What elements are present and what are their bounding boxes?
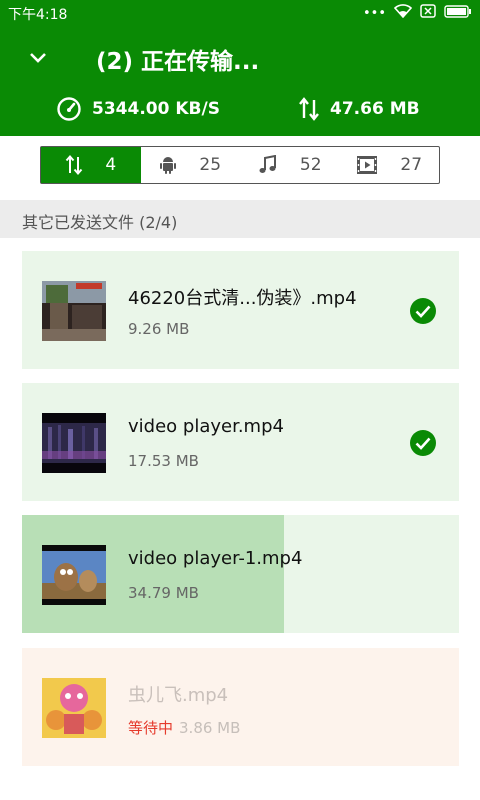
tab-music-count: 52 xyxy=(299,155,322,175)
video-thumbnail xyxy=(42,545,106,605)
page-title: (2) 正在传输... xyxy=(96,49,260,75)
battery-icon xyxy=(444,4,472,22)
file-name: video player-1.mp4 xyxy=(128,548,303,569)
file-item[interactable]: video player.mp4 17.53 MB xyxy=(22,383,459,501)
file-size: 34.79 MB xyxy=(128,584,199,602)
status-time: 下午4:18 xyxy=(8,7,68,23)
transfer-size: 47.66 MB xyxy=(298,96,420,122)
total-size-value: 47.66 MB xyxy=(330,99,420,119)
tab-transfers-count: 4 xyxy=(105,155,117,175)
file-item[interactable]: 虫儿飞.mp4 等待中 3.86 MB xyxy=(22,648,459,766)
check-circle-icon xyxy=(410,430,436,456)
notification-dots: ••• xyxy=(362,5,386,21)
file-item[interactable]: 46220台式清...伪装》.mp4 9.26 MB xyxy=(22,251,459,369)
file-size: 3.86 MB xyxy=(179,719,241,737)
file-size: 9.26 MB xyxy=(128,320,190,338)
no-sim-icon xyxy=(420,4,436,22)
chevron-down-icon xyxy=(30,53,46,63)
transfer-arrows-icon xyxy=(299,97,319,121)
tab-apps-count: 25 xyxy=(199,155,222,175)
file-name: 虫儿飞.mp4 xyxy=(128,685,229,706)
file-item[interactable]: video player-1.mp4 34.79 MB xyxy=(22,515,459,633)
file-size: 17.53 MB xyxy=(128,452,199,470)
file-name: video player.mp4 xyxy=(128,416,284,437)
video-thumbnail xyxy=(42,281,106,341)
video-thumbnail xyxy=(42,678,106,738)
transfer-header: (2) 正在传输... 5344.00 KB/S 47.66 MB xyxy=(0,26,480,136)
speed-value: 5344.00 KB/S xyxy=(92,99,220,119)
video-icon xyxy=(357,156,378,174)
transfer-speed: 5344.00 KB/S xyxy=(56,96,220,122)
section-title: 其它已发送文件 (2/4) xyxy=(22,213,178,232)
file-name: 46220台式清...伪装》.mp4 xyxy=(128,288,357,309)
status-icons: ••• xyxy=(363,4,472,22)
collapse-button[interactable] xyxy=(20,40,56,76)
tab-video[interactable]: 27 xyxy=(340,147,440,183)
tab-apps[interactable]: 25 xyxy=(141,147,241,183)
tab-transfers[interactable]: 4 xyxy=(41,147,141,183)
category-tabs: 4 25 52 27 xyxy=(40,146,440,184)
speedometer-icon xyxy=(57,97,81,121)
status-bar: 下午4:18 ••• xyxy=(0,0,480,26)
android-icon xyxy=(160,157,177,174)
check-circle-icon xyxy=(410,298,436,324)
music-icon xyxy=(259,155,276,173)
wifi-icon xyxy=(393,4,413,22)
file-status: 等待中 3.86 MB xyxy=(128,717,240,738)
tab-music[interactable]: 52 xyxy=(240,147,340,183)
video-thumbnail xyxy=(42,413,106,473)
transfer-icon xyxy=(66,154,83,176)
tab-video-count: 27 xyxy=(400,155,423,175)
section-header: 其它已发送文件 (2/4) xyxy=(0,200,480,238)
waiting-label: 等待中 xyxy=(128,719,174,737)
